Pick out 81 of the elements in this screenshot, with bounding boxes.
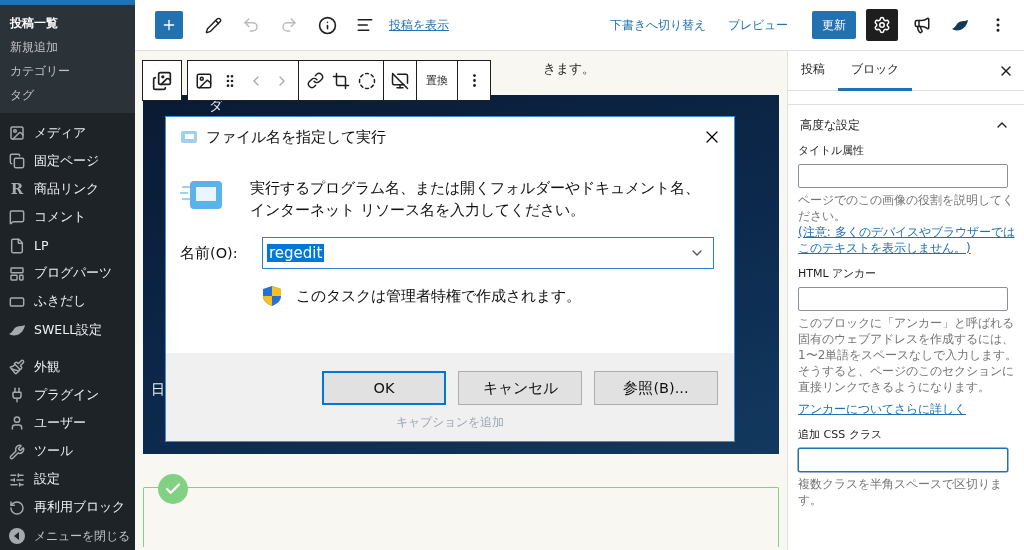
collapse-menu-button[interactable]: メニューを閉じる — [0, 521, 135, 550]
replace-button[interactable]: 置換 — [422, 69, 452, 92]
menu-label: メディア — [34, 124, 86, 142]
help-text: ページでのこの画像の役割を説明してください。 — [798, 192, 1015, 224]
view-post-link[interactable]: 投稿を表示 — [389, 17, 449, 33]
submenu-item[interactable]: タグ — [0, 83, 135, 107]
menu-item[interactable]: 固定ページ — [0, 147, 135, 176]
field-label: タイトル属性 — [798, 143, 865, 158]
preview-link[interactable]: プレビュー — [728, 17, 788, 33]
leaf-icon — [8, 323, 26, 338]
menu-label: ふきだし — [34, 293, 86, 311]
dialog-message: 実行するプログラム名、または開くフォルダーやドキュメント名、インターネット リソース名を入力してください。 — [250, 179, 701, 220]
menu-item[interactable]: コメント — [0, 203, 135, 232]
menu-item[interactable]: 再利用ブロック — [0, 493, 135, 522]
shield-icon — [262, 285, 282, 307]
menu-label: LP — [34, 238, 49, 254]
menu-item[interactable]: ツール — [0, 437, 135, 466]
wrench-icon — [8, 442, 26, 461]
menu-label: SWELL設定 — [34, 321, 103, 339]
field-label: HTML アンカー — [798, 266, 878, 281]
rotate-icon — [8, 498, 26, 517]
dialog-button[interactable]: 参照(B)... — [594, 371, 718, 405]
help-text: このブロックに「アンカー」と呼ばれる固有のウェブアドレスを作成するには、1〜2単語をスペースなしで入力します。そうすると、ページのこのセクションに直接リンクできるようになります。 — [798, 315, 1018, 395]
menu-label: ブログパーツ — [34, 265, 112, 283]
paragraph-text: きます。 — [543, 60, 596, 78]
field-label: 追加 CSS クラス — [798, 427, 883, 442]
switch-to-draft-link[interactable]: 下書きへ切り替え — [610, 17, 706, 33]
gear-icon — [873, 16, 891, 34]
sliders-icon — [8, 470, 26, 489]
collapse-icon — [8, 527, 26, 546]
section-header[interactable]: 高度な設定 — [788, 105, 1024, 143]
leaf-logo-icon — [951, 18, 969, 32]
menu-item[interactable]: 設定 — [0, 465, 135, 494]
admin-note: このタスクは管理者特権で作成されます。 — [296, 286, 581, 306]
menu-item[interactable]: R 商品リンク — [0, 175, 135, 204]
help-link[interactable]: (注意: 多くのデバイスやブラウザーではこのテキストを表示しません。) — [798, 224, 1018, 256]
text-input[interactable] — [798, 287, 1008, 311]
letter-icon: R — [8, 180, 26, 199]
layout-icon — [8, 264, 26, 283]
menu-item[interactable]: プラグイン — [0, 381, 135, 410]
menu-label: プラグイン — [34, 386, 99, 404]
run-app-icon — [178, 130, 198, 144]
menu-label: 外観 — [34, 358, 60, 376]
menu-item[interactable]: ブログパーツ — [0, 259, 135, 288]
menu-item[interactable]: メディア — [0, 119, 135, 148]
text-input[interactable] — [798, 164, 1008, 188]
menu-label: 固定ページ — [34, 152, 99, 170]
pages-icon — [8, 152, 26, 171]
dialog-button[interactable]: キャンセル — [458, 371, 582, 405]
paintbrush-icon — [8, 358, 26, 377]
menu-item[interactable]: 外観 — [0, 353, 135, 382]
file-icon — [8, 236, 26, 255]
settings-button[interactable] — [866, 9, 898, 41]
submenu-item[interactable]: 新規追加 — [0, 35, 135, 59]
desktop-icon-label: 日 — [151, 381, 165, 399]
submenu-item[interactable]: 投稿一覧 — [0, 11, 135, 35]
menu-label: ツール — [34, 443, 73, 461]
panel-tab[interactable]: 投稿 — [788, 50, 838, 91]
dialog-button[interactable]: OK — [322, 371, 446, 405]
text-input[interactable] — [798, 448, 1008, 472]
menu-label: ユーザー — [34, 414, 86, 432]
section-title: 高度な設定 — [800, 117, 860, 133]
menu-item[interactable]: ふきだし — [0, 287, 135, 316]
menu-label: 再利用ブロック — [34, 499, 125, 517]
menu-label: 設定 — [34, 471, 60, 489]
menu-item[interactable]: ユーザー — [0, 409, 135, 438]
command-combobox[interactable]: regedit — [262, 237, 714, 269]
learn-more-link[interactable]: アンカーについてさらに詳しく — [798, 401, 1018, 417]
submenu-item[interactable]: カテゴリー — [0, 59, 135, 83]
update-button[interactable]: 更新 — [812, 11, 856, 39]
image-icon — [8, 124, 26, 143]
menu-label: コメント — [34, 209, 86, 226]
name-label: 名前(O): — [180, 243, 239, 263]
menu-item[interactable]: SWELL設定 — [0, 316, 135, 345]
menu-label: 商品リンク — [34, 180, 99, 198]
speech-bubble-icon — [8, 208, 26, 227]
menu-item[interactable]: LP — [0, 231, 135, 260]
add-block-button[interactable] — [155, 11, 183, 39]
help-text: 複数クラスを半角スペースで区切ります。 — [798, 476, 1003, 508]
panel-tab[interactable]: ブロック — [838, 50, 912, 91]
dialog-title: ファイル名を指定して実行 — [206, 127, 387, 147]
